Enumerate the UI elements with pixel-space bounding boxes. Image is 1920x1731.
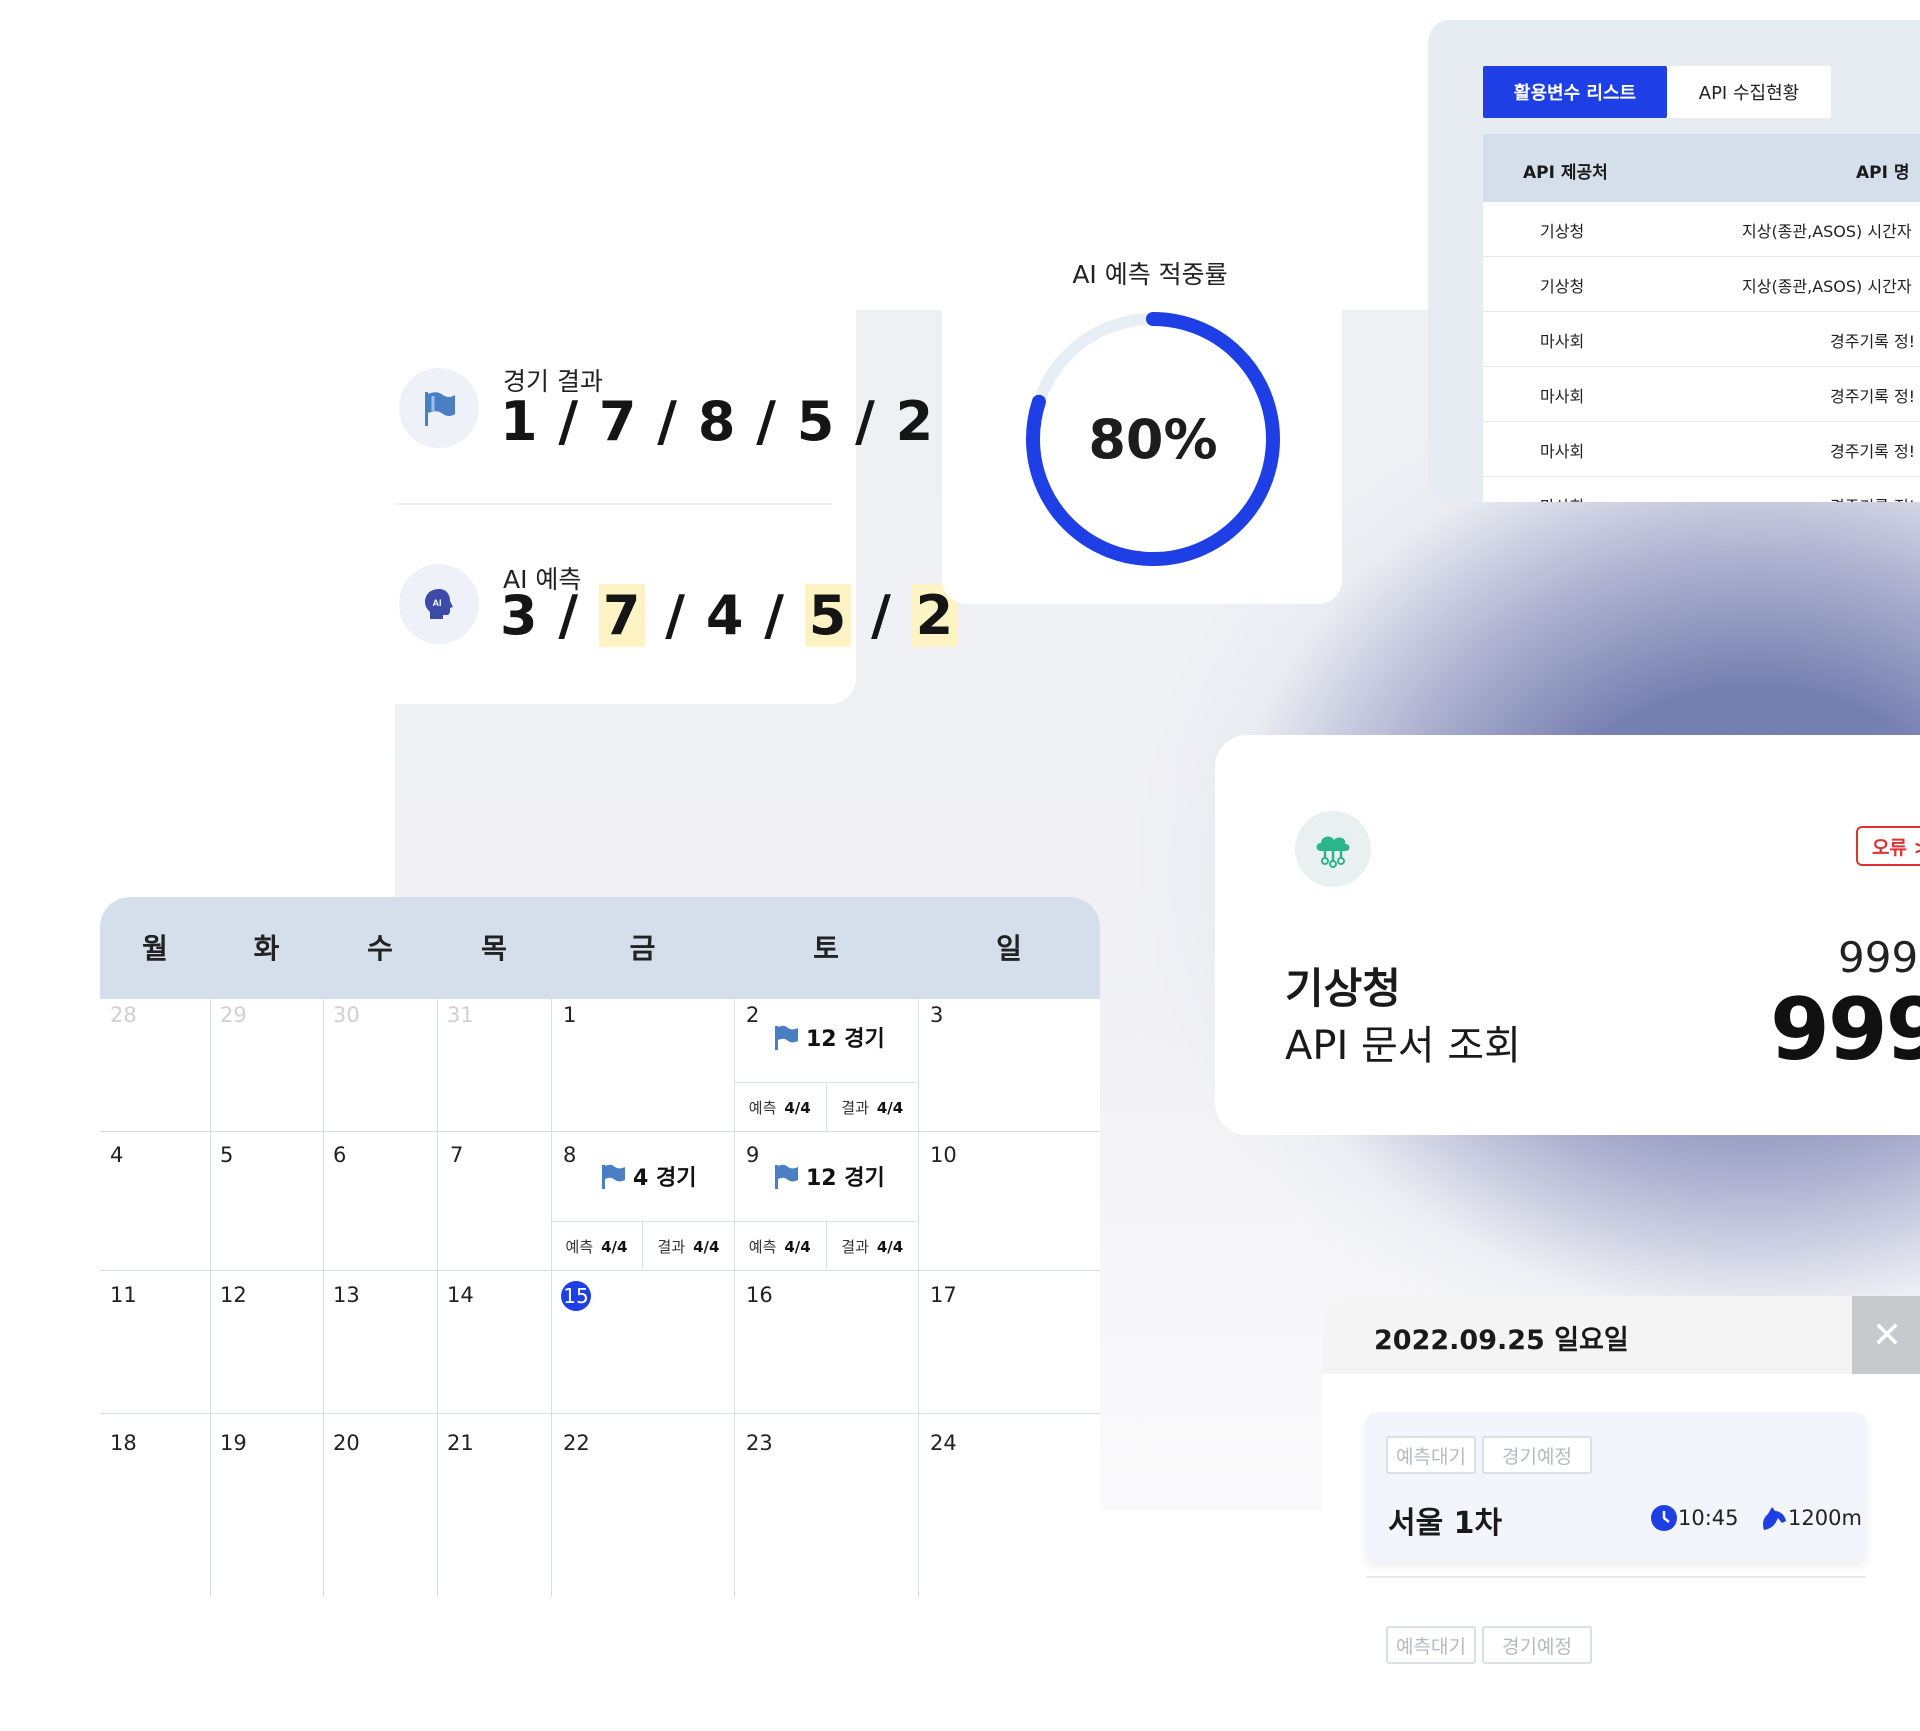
- day-cell[interactable]: 28: [110, 1003, 137, 1027]
- grid-line: [437, 999, 438, 1597]
- column-api-name: API 명: [1856, 163, 1910, 183]
- svg-text:AI: AI: [433, 598, 442, 608]
- day-cell[interactable]: 17: [930, 1283, 957, 1307]
- api-panel: 활용변수 리스트 API 수집현황 API 제공처 API 명 기상청 지상(종관…: [1428, 20, 1920, 502]
- status-badge: 경기예정: [1482, 1436, 1592, 1474]
- flag-icon: [399, 368, 479, 448]
- grid-line: [918, 999, 919, 1597]
- clock-icon: [1651, 1505, 1677, 1531]
- day-cell[interactable]: 3: [930, 1003, 943, 1027]
- status-badge: 예측대기: [1386, 1436, 1476, 1474]
- race-distance: 1200m: [1758, 1504, 1862, 1532]
- day-cell[interactable]: 20: [333, 1431, 360, 1455]
- ai-head-icon: AI: [399, 564, 479, 644]
- schedule-popup: 2022.09.25 일요일 ✕ 예측대기 경기예정 서울 1차 10:45 1…: [1322, 1296, 1920, 1696]
- prediction-result-row: 예측 4/4 결과 4/4: [551, 1221, 734, 1271]
- schedule-header: 2022.09.25 일요일 ✕: [1322, 1296, 1920, 1374]
- day-cell[interactable]: 12: [220, 1283, 247, 1307]
- flag-icon: [775, 1025, 798, 1050]
- day-name-mon: 월: [142, 932, 168, 965]
- flag-icon: [602, 1164, 625, 1189]
- ai-numbers: 3 / 7 / 4 / 5 / 2: [500, 584, 959, 647]
- close-button[interactable]: ✕: [1852, 1296, 1920, 1374]
- tab-variable-list[interactable]: 활용변수 리스트: [1483, 66, 1667, 118]
- result-numbers: 1 / 7 / 8 / 5 / 2: [500, 390, 935, 453]
- horse-icon: [1763, 1507, 1786, 1530]
- day-cell[interactable]: 8: [563, 1143, 576, 1167]
- error-badge-button[interactable]: 오류 >: [1856, 826, 1920, 866]
- table-row[interactable]: 기상청 지상(종관,ASOS) 시간자: [1483, 257, 1920, 312]
- day-name-wed: 수: [367, 932, 393, 965]
- day-name-fri: 금: [629, 932, 656, 965]
- flag-icon: [775, 1164, 798, 1189]
- day-cell[interactable]: 18: [110, 1431, 137, 1455]
- day-cell[interactable]: 5: [220, 1143, 233, 1167]
- table-row[interactable]: 마사회경주기록 정!: [1483, 422, 1920, 477]
- kma-subtitle: API 문서 조회: [1285, 1023, 1521, 1069]
- divider: [395, 503, 832, 505]
- day-cell[interactable]: 4: [110, 1143, 123, 1167]
- game-count[interactable]: 12 경기: [772, 1160, 885, 1192]
- day-cell[interactable]: 10: [930, 1143, 957, 1167]
- day-name-sun: 일: [996, 932, 1022, 965]
- table-row[interactable]: 마사회경주기록 정!: [1483, 367, 1920, 422]
- game-count[interactable]: 12 경기: [772, 1021, 885, 1053]
- calendar-header: 월 화 수 목 금 토 일: [100, 897, 1100, 999]
- day-name-thu: 목: [481, 932, 507, 965]
- day-cell[interactable]: 2: [746, 1003, 759, 1027]
- tab-api-status[interactable]: API 수집현황: [1667, 66, 1831, 118]
- day-cell[interactable]: 11: [110, 1283, 137, 1307]
- day-cell[interactable]: 13: [333, 1283, 360, 1307]
- day-cell[interactable]: 19: [220, 1431, 247, 1455]
- table-row[interactable]: 마사회경주기록 정!: [1483, 477, 1920, 502]
- day-cell[interactable]: 16: [746, 1283, 773, 1307]
- day-cell[interactable]: 7: [450, 1143, 463, 1167]
- cloud-network-icon: [1295, 811, 1371, 887]
- day-cell[interactable]: 14: [447, 1283, 474, 1307]
- prediction-result-row: 예측 4/4 결과 4/4: [734, 1221, 918, 1271]
- day-name-tue: 화: [253, 932, 280, 965]
- grid-line: [551, 999, 552, 1597]
- day-cell[interactable]: 31: [447, 1003, 474, 1027]
- grid-line: [100, 1413, 1100, 1414]
- day-cell[interactable]: 29: [220, 1003, 247, 1027]
- table-row[interactable]: 마사회경주기록 정!: [1483, 312, 1920, 367]
- day-cell[interactable]: 1: [563, 1003, 576, 1027]
- grid-line: [210, 999, 211, 1597]
- result-card: 경기 결과 1 / 7 / 8 / 5 / 2 AI AI 예측 3 / 7 /…: [395, 308, 959, 704]
- grid-line: [323, 999, 324, 1597]
- prediction-result-row: 예측 4/4 결과 4/4: [734, 1082, 918, 1132]
- accuracy-value: 80%: [1088, 408, 1218, 471]
- accuracy-title: AI 예측 적중률: [1072, 260, 1228, 289]
- column-provider: API 제공처: [1523, 163, 1608, 183]
- table-header: API 제공처 API 명: [1483, 134, 1920, 202]
- day-cell[interactable]: 6: [333, 1143, 346, 1167]
- divider: [1366, 1576, 1866, 1578]
- game-count[interactable]: 4 경기: [599, 1160, 696, 1192]
- kma-title: 기상청: [1285, 964, 1401, 1013]
- race-name: 서울 1차: [1388, 1506, 1503, 1541]
- status-badge: 경기예정: [1482, 1626, 1592, 1664]
- api-table: API 제공처 API 명 기상청 지상(종관,ASOS) 시간자 기상청 지상(종…: [1483, 134, 1920, 502]
- day-cell[interactable]: 23: [746, 1431, 773, 1455]
- schedule-date: 2022.09.25 일요일: [1374, 1325, 1629, 1356]
- race-time: 10:45: [1650, 1504, 1739, 1532]
- count-small: 9999: [1838, 933, 1920, 982]
- today-marker[interactable]: 15: [561, 1281, 591, 1311]
- race-card[interactable]: 예측대기 경기예정 서울 1차 10:45 1200m: [1366, 1412, 1866, 1562]
- day-cell[interactable]: 21: [447, 1431, 474, 1455]
- day-name-sat: 토: [813, 932, 839, 965]
- day-cell[interactable]: 9: [746, 1143, 759, 1167]
- calendar: 월 화 수 목 금 토 일 28 29 30 31 1 2 3 12 경기 예측…: [100, 897, 1100, 1597]
- count-big: 9999: [1770, 980, 1920, 1080]
- day-cell[interactable]: 30: [333, 1003, 360, 1027]
- table-row[interactable]: 기상청 지상(종관,ASOS) 시간자: [1483, 202, 1920, 257]
- day-cell[interactable]: 22: [563, 1431, 590, 1455]
- status-badge: 예측대기: [1386, 1626, 1476, 1664]
- grid-line: [100, 1131, 1100, 1132]
- day-cell[interactable]: 24: [930, 1431, 957, 1455]
